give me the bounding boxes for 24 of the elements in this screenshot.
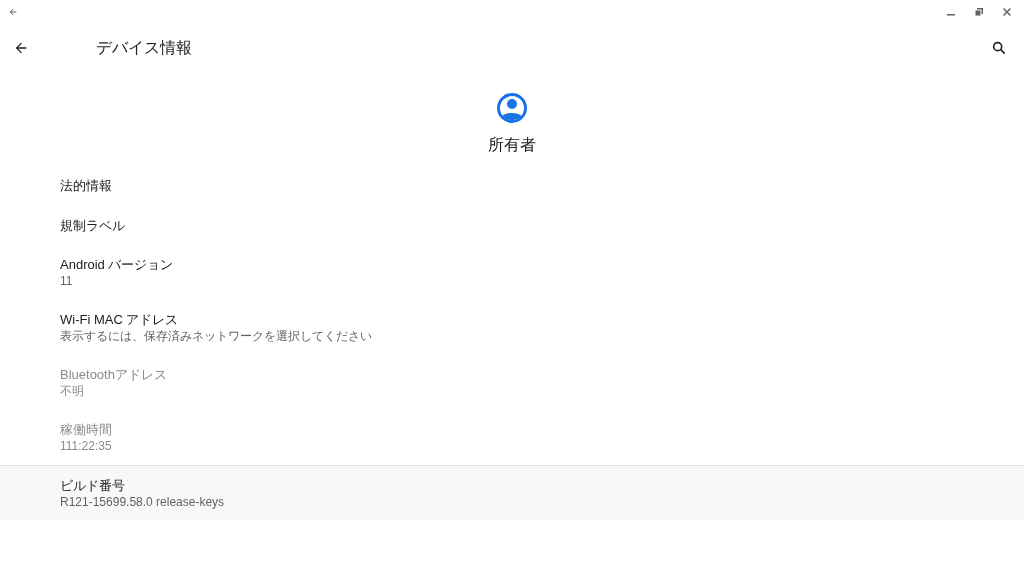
item-title: 稼働時間 <box>60 421 113 438</box>
settings-item[interactable]: Wi-Fi MAC アドレス 表示するには、保存済みネットワークを選択してください <box>0 300 1024 355</box>
item-title: 法的情報 <box>60 176 113 194</box>
settings-item[interactable]: Android バージョン 11 <box>0 245 1024 300</box>
page-title: デバイス情報 <box>96 38 192 58</box>
close-icon[interactable] <box>1002 7 1012 17</box>
search-icon[interactable] <box>991 40 1007 56</box>
settings-item[interactable]: 法的情報 <box>0 165 1024 205</box>
item-title: Android バージョン <box>60 256 175 273</box>
item-title: ビルド番号 <box>60 476 126 494</box>
owner-name: 所有者 <box>488 135 536 155</box>
item-title: Wi-Fi MAC アドレス <box>60 311 180 328</box>
account-icon <box>496 92 528 124</box>
item-summary: 不明 <box>60 383 85 399</box>
item-title: Bluetoothアドレス <box>60 366 168 383</box>
item-summary: 表示するには、保存済みネットワークを選択してください <box>60 328 373 344</box>
settings-item[interactable]: 規制ラベル <box>0 205 1024 245</box>
item-summary: 111:22:35 <box>60 438 113 454</box>
item-summary: R121-15699.58.0 release-keys <box>60 493 226 510</box>
back-icon[interactable] <box>13 40 29 56</box>
settings-item[interactable]: ビルド番号 R121-15699.58.0 release-keys <box>0 465 1024 520</box>
item-summary: 11 <box>60 273 74 289</box>
restore-icon[interactable] <box>974 7 984 17</box>
item-title: 規制ラベル <box>60 216 126 234</box>
